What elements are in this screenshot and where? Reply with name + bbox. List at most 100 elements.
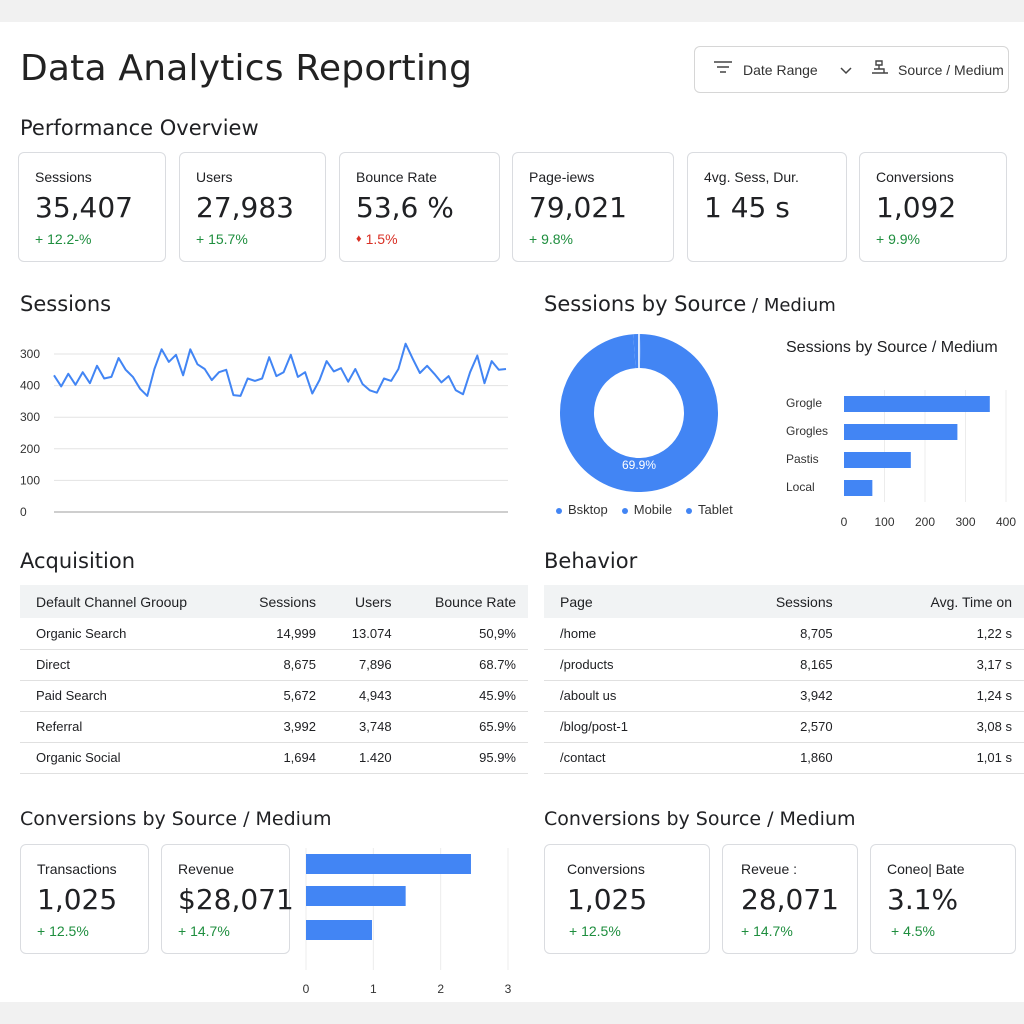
- kpi-label: 4vg. Sess, Dur.: [704, 169, 799, 185]
- kpi-label: Conversions: [876, 169, 954, 185]
- table-row[interactable]: /contact 1,860 1,01 s: [544, 742, 1024, 774]
- table-row[interactable]: /blog/post-1 2,570 3,08 s: [544, 711, 1024, 743]
- x-tick-label: Set: [357, 520, 376, 522]
- kpi-label: Revenue: [178, 861, 235, 877]
- table-row[interactable]: /home 8,705 1,22 s: [544, 618, 1024, 650]
- kpi-value: 35,407: [35, 191, 133, 224]
- donut-data-label: 69.9%: [622, 458, 656, 472]
- acquisition-title: Acquisition: [20, 549, 136, 573]
- conversion-bar: [306, 920, 372, 940]
- table-cell: Referral: [20, 711, 233, 743]
- source-section-title-suffix: / Medium: [746, 295, 836, 316]
- table-cell: 8,705: [707, 618, 845, 650]
- legend-label: Bsktop: [568, 502, 608, 517]
- bar-category-label: Grogle: [786, 396, 822, 410]
- table-row[interactable]: Organic Search 14,999 13.074 50,9%: [20, 618, 528, 650]
- sessions-line-chart[interactable]: 300 400 300 200 100 0 tui 4µi 4µi Jui Agg Set Oct ıbe…: [14, 322, 514, 522]
- column-header[interactable]: Bounce Rate: [403, 585, 528, 618]
- kpi-card-conversions[interactable]: Conversions 1,092 + 9.9%: [859, 152, 1007, 262]
- kpi-value: 53,6 %: [356, 191, 454, 224]
- x-tick-label: 4µi: [110, 520, 126, 522]
- table-row[interactable]: Organic Social 1,694 1.420 95.9%: [20, 742, 528, 774]
- table-cell: /blog/post-1: [544, 711, 708, 743]
- acquisition-table: Default Channel Grooup Sessions Users Bo…: [20, 585, 528, 774]
- table-cell: 3,08 s: [844, 711, 1024, 743]
- y-tick-label: 300: [20, 410, 40, 424]
- table-cell: 8,675: [232, 649, 328, 681]
- column-header[interactable]: Avg. Time on: [844, 585, 1024, 618]
- table-cell: 3,17 s: [844, 649, 1024, 681]
- table-cell: 65.9%: [403, 711, 528, 743]
- kpi-value: 1,025: [567, 883, 648, 916]
- table-header-row: Page Sessions Avg. Time on: [544, 585, 1024, 618]
- table-row[interactable]: Direct 8,675 7,896 68.7%: [20, 649, 528, 681]
- behavior-table: Page Sessions Avg. Time on /home 8,705 1,2…: [544, 585, 1024, 774]
- kpi-value: 28,071: [741, 883, 839, 916]
- source-medium-button[interactable]: Source / Medium: [870, 47, 1004, 92]
- table-cell: 1,24 s: [844, 680, 1024, 712]
- x-tick-label: Agg: [294, 520, 315, 522]
- x-tick-label: 3: [505, 982, 512, 996]
- conversions-bar-chart[interactable]: 0 1 2 3: [296, 848, 520, 1000]
- conv-card-conversions[interactable]: Conversions 1,025 + 12.5%: [544, 844, 710, 954]
- kpi-label: Page-iews: [529, 169, 595, 185]
- source-icon: [870, 59, 890, 80]
- source-medium-label: Source / Medium: [898, 61, 1004, 78]
- conv-card-conversion-rate[interactable]: Coneo| Bate 3.1% + 4.5%: [870, 844, 1016, 954]
- kpi-change: + 12.2-%: [35, 231, 92, 247]
- table-cell: 4,943: [327, 680, 404, 712]
- table-cell: /contact: [544, 742, 708, 774]
- x-tick-label: Oct: [416, 520, 435, 522]
- kpi-card-sessions[interactable]: Sessions 35,407 + 12.2-%: [18, 152, 166, 262]
- kpi-card-bounce-rate[interactable]: Bounce Rate 53,6 % ♦ 1.5%: [339, 152, 500, 262]
- conv-card-revenue-right[interactable]: Reveue : 28,071 + 14.7%: [722, 844, 858, 954]
- table-row[interactable]: Paid Search 5,672 4,943 45.9%: [20, 680, 528, 712]
- bar-category-label: Local: [786, 480, 815, 494]
- table-cell: /products: [544, 649, 708, 681]
- table-cell: 1,694: [232, 742, 328, 774]
- table-row[interactable]: Referral 3,992 3,748 65.9%: [20, 711, 528, 743]
- conversion-bar: [306, 854, 471, 874]
- column-header[interactable]: Users: [327, 585, 404, 618]
- kpi-card-pageviews[interactable]: Page-iews 79,021 + 9.8%: [512, 152, 674, 262]
- conv-card-transactions[interactable]: Transactions 1,025 + 12.5%: [20, 844, 149, 954]
- kpi-change: + 9.9%: [876, 231, 920, 247]
- legend-item: Mobile: [621, 502, 672, 517]
- y-tick-label: 400: [20, 379, 40, 393]
- source-bar-chart[interactable]: 0 100 200 300 400 Grogle Grogles Pastis Local: [770, 362, 1020, 532]
- kpi-label: Conversions: [567, 861, 645, 877]
- legend-dot-icon: [621, 507, 628, 514]
- conv-right-title: Conversions by Source / Medium: [544, 808, 856, 830]
- table-cell: 3,992: [232, 711, 328, 743]
- kpi-value: $28,071: [178, 883, 294, 916]
- table-cell: 3,942: [707, 680, 845, 712]
- date-range-label: Date Range: [743, 61, 818, 78]
- x-tick-label: 0: [841, 515, 848, 529]
- table-header-row: Default Channel Grooup Sessions Users Bo…: [20, 585, 528, 618]
- table-cell: Organic Social: [20, 742, 233, 774]
- table-cell: Direct: [20, 649, 233, 681]
- table-cell: /aboult us: [544, 680, 708, 712]
- x-tick-label: 400: [996, 515, 1016, 529]
- table-cell: Organic Search: [20, 618, 233, 650]
- table-row[interactable]: /aboult us 3,942 1,24 s: [544, 680, 1024, 712]
- table-row[interactable]: /products 8,165 3,17 s: [544, 649, 1024, 681]
- column-header[interactable]: Sessions: [232, 585, 328, 618]
- filter-icon: [713, 60, 733, 79]
- x-tick-label: 2: [437, 982, 444, 996]
- column-header[interactable]: Page: [544, 585, 708, 618]
- legend-item: Tablet: [686, 502, 733, 517]
- sessions-donut-chart[interactable]: 69.9%: [556, 330, 722, 496]
- table-cell: 50,9%: [403, 618, 528, 650]
- x-tick-label: 0: [303, 982, 310, 996]
- column-header[interactable]: Sessions: [707, 585, 845, 618]
- date-range-button[interactable]: Date Range: [713, 47, 852, 92]
- kpi-card-avg-session-duration[interactable]: 4vg. Sess, Dur. 1 45 s: [687, 152, 847, 262]
- kpi-value: 27,983: [196, 191, 294, 224]
- table-cell: Paid Search: [20, 680, 233, 712]
- kpi-card-users[interactable]: Users 27,983 + 15.7%: [179, 152, 326, 262]
- column-header[interactable]: Default Channel Grooup: [20, 585, 233, 618]
- kpi-change: + 15.7%: [196, 231, 248, 247]
- source-bar: [844, 452, 911, 468]
- conv-card-revenue[interactable]: Revenue $28,071 + 14.7%: [161, 844, 294, 954]
